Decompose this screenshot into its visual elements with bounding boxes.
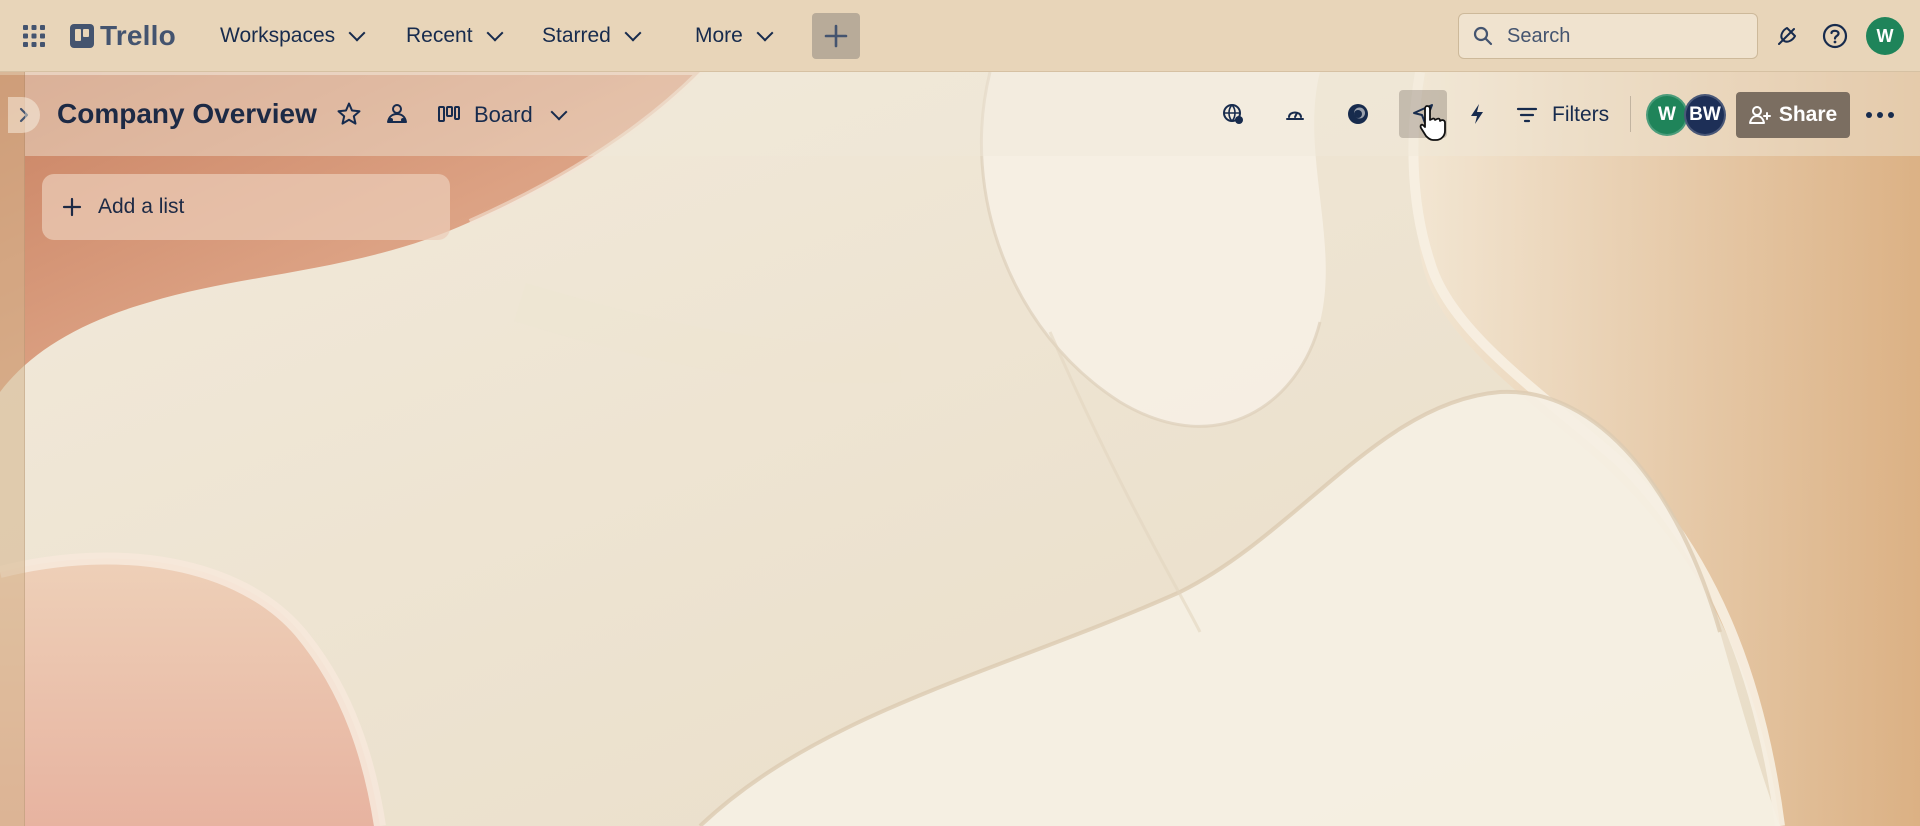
- help-icon[interactable]: [1821, 22, 1849, 50]
- automation-icon[interactable]: [1462, 99, 1492, 129]
- dashboard-powerup-icon[interactable]: [1280, 99, 1310, 129]
- board-title[interactable]: Company Overview: [57, 98, 317, 130]
- search-box[interactable]: [1458, 13, 1758, 59]
- create-button[interactable]: [812, 13, 860, 59]
- board-member-avatar[interactable]: BW: [1684, 94, 1726, 136]
- chevron-down-icon: [348, 24, 366, 42]
- filters-button[interactable]: Filters: [1516, 97, 1609, 133]
- filter-icon: [1516, 107, 1538, 123]
- nav-starred[interactable]: Starred: [542, 18, 642, 54]
- plus-icon: [824, 24, 848, 48]
- circle-powerup-icon[interactable]: [1343, 99, 1373, 129]
- search-input[interactable]: [1505, 23, 1735, 49]
- notifications-bell-icon[interactable]: [1773, 22, 1801, 50]
- nav-workspaces-label: Workspaces: [220, 24, 336, 47]
- search-icon: [1473, 26, 1493, 46]
- plus-icon: [62, 197, 82, 217]
- nav-recent[interactable]: Recent: [406, 18, 504, 54]
- filters-label: Filters: [1552, 103, 1610, 126]
- board-view-switcher[interactable]: Board: [438, 97, 568, 133]
- share-label: Share: [1778, 103, 1838, 126]
- star-icon[interactable]: [334, 99, 364, 129]
- trello-logo-icon: [70, 24, 94, 48]
- board-view-icon: [438, 106, 460, 122]
- add-list-label: Add a list: [98, 195, 185, 218]
- app-switcher-icon[interactable]: [20, 22, 48, 50]
- nav-more[interactable]: More: [695, 18, 774, 54]
- board-view-label: Board: [474, 102, 533, 127]
- add-member-icon: [1748, 106, 1771, 124]
- nav-workspaces[interactable]: Workspaces: [220, 18, 366, 54]
- more-dot: [1888, 112, 1894, 118]
- more-dot: [1877, 112, 1883, 118]
- board-menu-button[interactable]: [1862, 101, 1898, 129]
- chevron-down-icon: [486, 24, 504, 42]
- app-topbar: Trello Workspaces Recent Starred More Se…: [0, 0, 1920, 72]
- nav-more-label: More: [695, 24, 743, 47]
- chevron-down-icon: [624, 24, 642, 42]
- more-dot: [1866, 112, 1872, 118]
- header-divider: [1630, 96, 1631, 132]
- nav-recent-label: Recent: [406, 24, 473, 47]
- nav-starred-label: Starred: [542, 24, 611, 47]
- board-member-avatar[interactable]: W: [1646, 94, 1688, 136]
- trello-logo[interactable]: Trello: [70, 20, 176, 52]
- add-list-button[interactable]: Add a list: [42, 174, 450, 240]
- globe-powerup-icon[interactable]: [1218, 99, 1248, 129]
- chevron-down-icon: [756, 24, 774, 42]
- logo-text: Trello: [100, 20, 176, 51]
- user-avatar[interactable]: W: [1866, 17, 1904, 55]
- chevron-down-icon: [550, 103, 568, 121]
- collapsed-sidebar: [0, 72, 25, 826]
- hand-cursor-icon: [1419, 105, 1446, 141]
- share-button[interactable]: Share: [1736, 92, 1850, 138]
- workspace-visibility-icon[interactable]: [382, 99, 412, 129]
